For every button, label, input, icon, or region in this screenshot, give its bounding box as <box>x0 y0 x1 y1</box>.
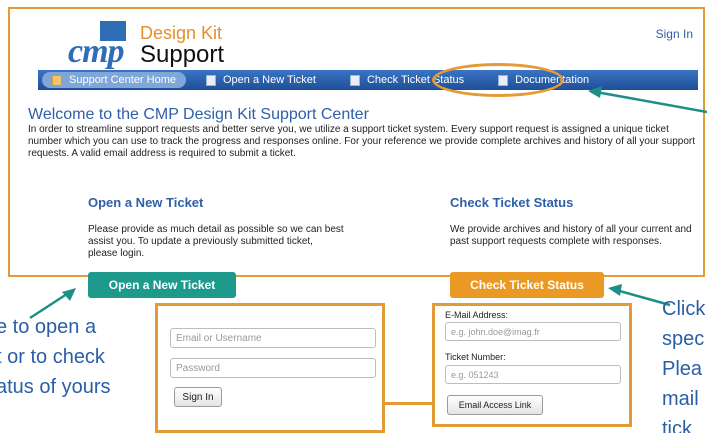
annotation-right-line-5: tick <box>662 418 692 433</box>
ticket-number-field[interactable]: e.g. 051243 <box>445 365 621 384</box>
annotation-right-line-2: spec <box>662 328 705 350</box>
email-username-field[interactable]: Email or Username <box>170 328 376 348</box>
annotation-left-line-3: atus of yours <box>0 376 111 398</box>
login-panel: Email or Username Password Sign In <box>155 303 385 433</box>
tutorial-screenshot: cmp Design Kit Support Center Sign In Su… <box>0 0 707 433</box>
annotation-left-line-2: t or to check <box>0 346 105 368</box>
open-new-ticket-button[interactable]: Open a New Ticket <box>88 272 236 298</box>
arrow-head-icon <box>608 284 622 296</box>
password-field[interactable]: Password <box>170 358 376 378</box>
open-ticket-description: Please provide as much detail as possibl… <box>88 224 344 259</box>
panel-connector <box>385 402 432 405</box>
email-address-field[interactable]: e.g. john.doe@imag.fr <box>445 322 621 341</box>
annotation-right-line-4: mail <box>662 388 699 410</box>
arrow-to-documentation <box>595 90 707 114</box>
email-label: E-Mail Address: <box>445 310 509 320</box>
annotation-right-line-3: Plea <box>662 358 703 380</box>
arrow-head-icon <box>588 86 602 98</box>
ticket-status-panel: E-Mail Address: e.g. john.doe@imag.fr Ti… <box>432 303 632 427</box>
check-status-heading: Check Ticket Status <box>450 195 574 210</box>
annotation-right-line-1: Click <box>662 298 706 320</box>
annotation-left-line-1: e to open a <box>0 316 97 338</box>
ticket-number-label: Ticket Number: <box>445 352 506 362</box>
open-ticket-heading: Open a New Ticket <box>88 195 204 210</box>
intro-text: In order to streamline support requests … <box>28 124 696 159</box>
email-access-link-button[interactable]: Email Access Link <box>447 395 543 415</box>
sign-in-button[interactable]: Sign In <box>174 387 222 407</box>
check-ticket-status-button[interactable]: Check Ticket Status <box>450 272 604 298</box>
page-title: Welcome to the CMP Design Kit Support Ce… <box>28 106 369 123</box>
check-status-description: We provide archives and history of all y… <box>450 224 692 247</box>
